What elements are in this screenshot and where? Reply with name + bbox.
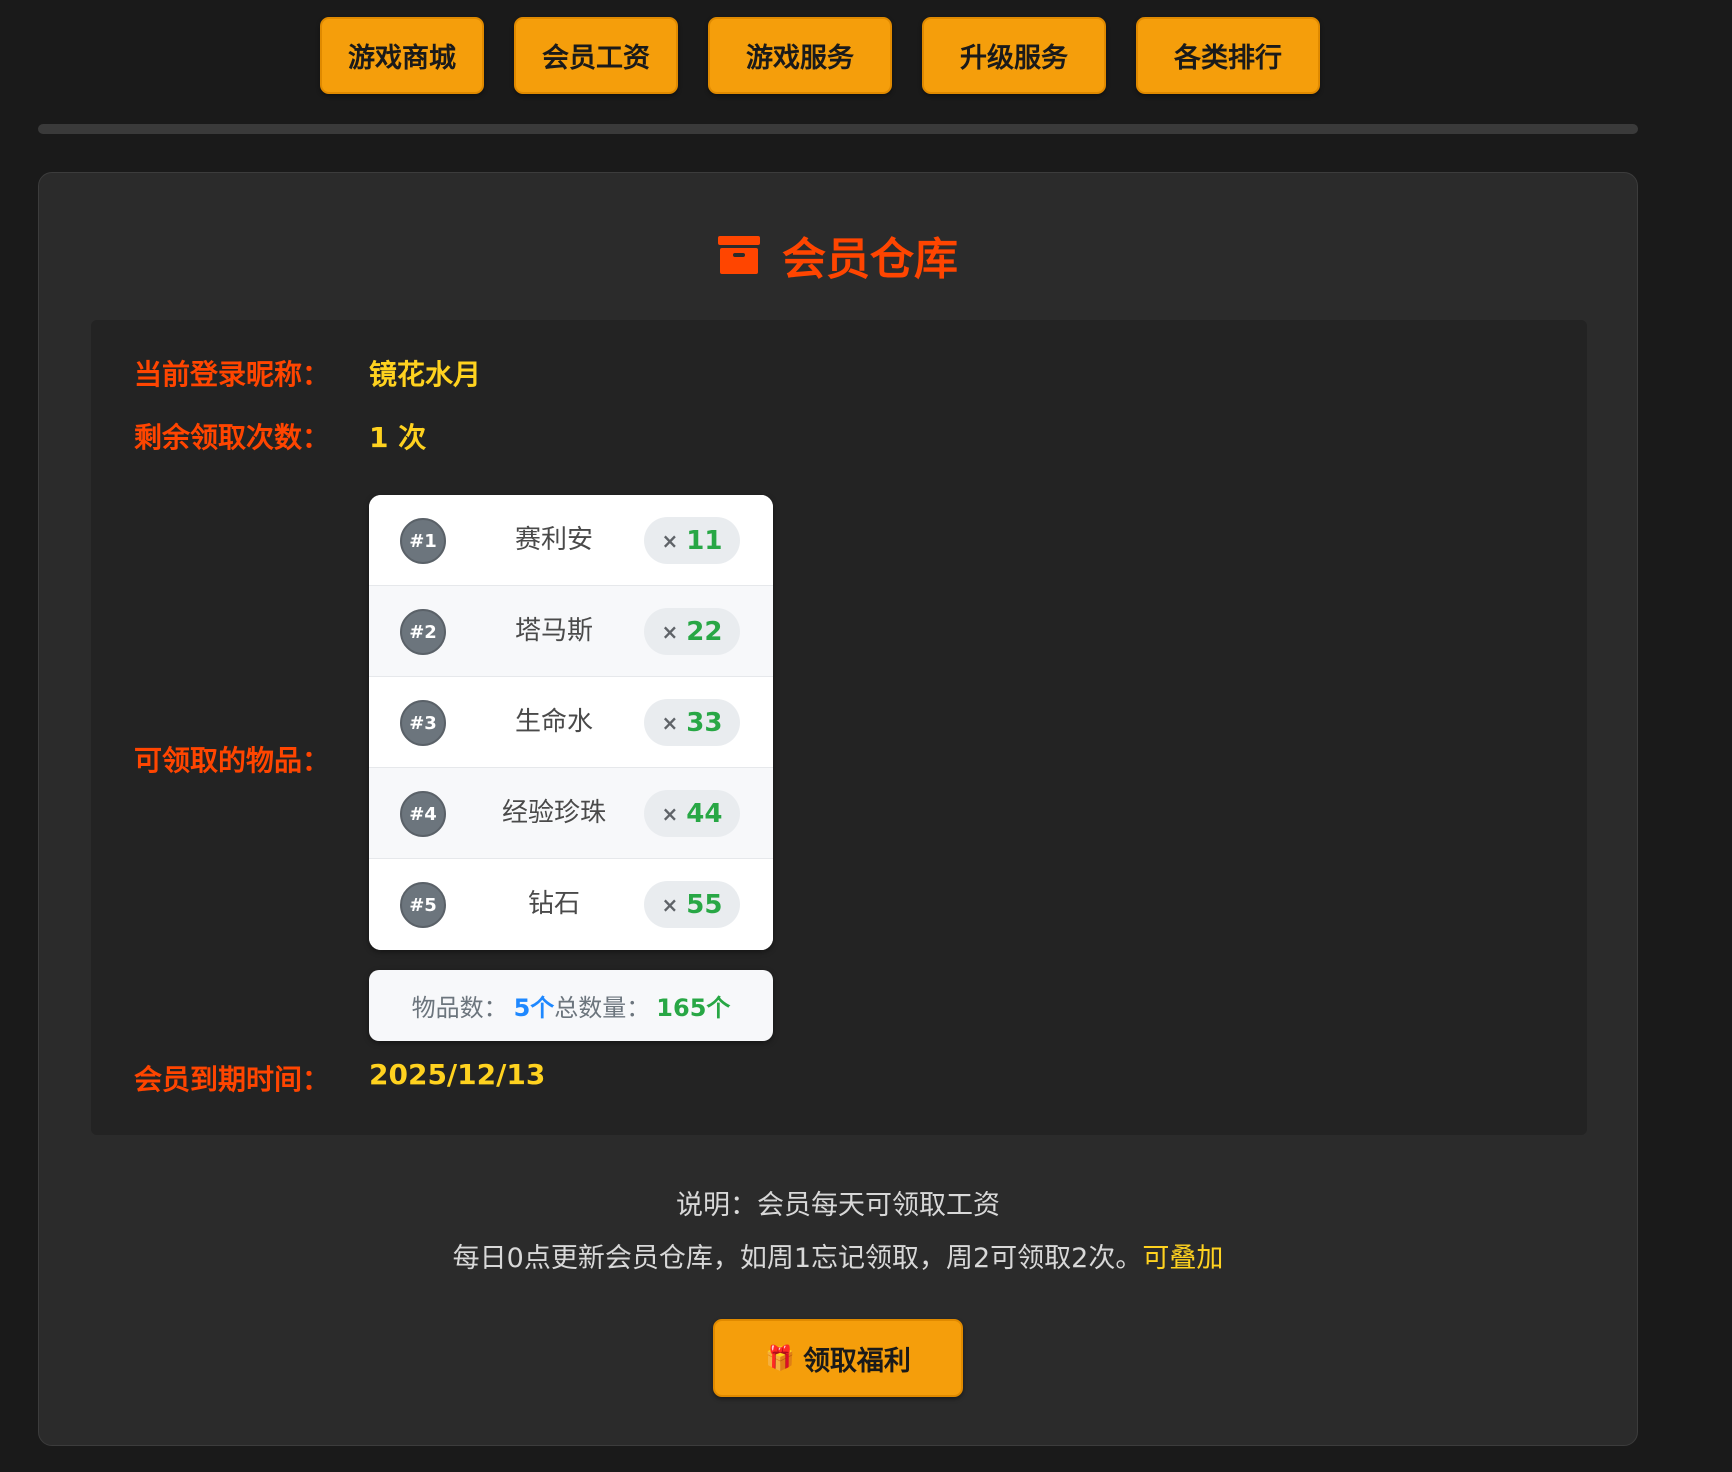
list-item: #1 赛利安 × 11 xyxy=(369,495,773,586)
rank-badge: #3 xyxy=(400,700,446,746)
note-line-2: 每日0点更新会员仓库，如周1忘记领取，周2可领取2次。可叠加 xyxy=(39,1236,1637,1275)
quantity-pill: × 11 xyxy=(644,517,740,564)
total-quantity-label: 总数量： xyxy=(554,994,651,1022)
note-line-2-text: 每日0点更新会员仓库，如周1忘记领取，周2可领取2次。 xyxy=(452,1243,1143,1274)
top-nav: 游戏商城 会员工资 游戏服务 升级服务 各类排行 xyxy=(0,17,1640,94)
nickname-label: 当前登录昵称： xyxy=(134,358,331,391)
item-name: 赛利安 xyxy=(514,525,593,555)
remaining-value: 1 次 xyxy=(369,421,427,454)
items-summary: 物品数： 5个 总数量： 165个 xyxy=(369,970,773,1041)
item-name: 塔马斯 xyxy=(514,616,593,646)
quantity-value: 55 xyxy=(686,889,723,920)
quantity-value: 11 xyxy=(686,525,723,556)
quantity-value: 33 xyxy=(686,707,723,738)
items-label: 可领取的物品： xyxy=(134,744,331,777)
item-count-label: 物品数： xyxy=(411,994,508,1022)
nav-button-game-store[interactable]: 游戏商城 xyxy=(320,17,484,94)
quantity-pill: × 33 xyxy=(644,699,740,746)
rank-badge: #4 xyxy=(400,791,446,837)
item-name: 经验珍珠 xyxy=(501,798,606,828)
times-icon: × xyxy=(661,619,679,644)
expiry-label: 会员到期时间： xyxy=(134,1063,331,1096)
box-archive-icon xyxy=(718,236,760,274)
list-item: #5 钻石 × 55 xyxy=(369,859,773,950)
item-count-value: 5个 xyxy=(513,994,555,1022)
times-icon: × xyxy=(661,710,679,735)
nav-button-rankings[interactable]: 各类排行 xyxy=(1136,17,1320,94)
list-item: #4 经验珍珠 × 44 xyxy=(369,768,773,859)
divider xyxy=(38,124,1638,134)
rank-badge: #2 xyxy=(400,609,446,655)
list-item: #3 生命水 × 33 xyxy=(369,677,773,768)
times-icon: × xyxy=(661,892,679,917)
remaining-label: 剩余领取次数： xyxy=(134,421,331,454)
total-quantity-value: 165个 xyxy=(656,994,731,1022)
rank-badge: #1 xyxy=(400,518,446,564)
info-box: 当前登录昵称： 镜花水月 剩余领取次数： 1 次 可领取的物品： #1 赛利安 … xyxy=(91,320,1587,1135)
member-warehouse-panel: 会员仓库 当前登录昵称： 镜花水月 剩余领取次数： 1 次 可领取的物品： #1… xyxy=(38,172,1638,1446)
quantity-pill: × 22 xyxy=(644,608,740,655)
note-line-1: 说明：会员每天可领取工资 xyxy=(676,1190,1000,1221)
nav-button-upgrade-services[interactable]: 升级服务 xyxy=(922,17,1106,94)
panel-title: 会员仓库 xyxy=(39,223,1637,287)
claim-benefits-label: 领取福利 xyxy=(802,1345,911,1377)
item-name: 钻石 xyxy=(527,889,580,919)
nickname-value: 镜花水月 xyxy=(369,358,482,391)
stackable-highlight: 可叠加 xyxy=(1142,1243,1224,1274)
expiry-value: 2025/12/13 xyxy=(369,1058,546,1091)
times-icon: × xyxy=(661,528,679,553)
rank-badge: #5 xyxy=(400,882,446,928)
quantity-pill: × 44 xyxy=(644,790,740,837)
quantity-value: 22 xyxy=(686,616,723,647)
nav-button-game-services[interactable]: 游戏服务 xyxy=(708,17,892,94)
claim-benefits-button[interactable]: 🎁 领取福利 xyxy=(713,1319,963,1397)
panel-title-text: 会员仓库 xyxy=(782,234,958,285)
gift-icon: 🎁 xyxy=(765,1344,795,1372)
quantity-value: 44 xyxy=(686,798,723,829)
item-name: 生命水 xyxy=(514,707,593,737)
nav-button-member-salary[interactable]: 会员工资 xyxy=(514,17,678,94)
items-list: #1 赛利安 × 11 #2 塔马斯 × 22 #3 生命水 × 33 #4 经… xyxy=(369,495,773,950)
quantity-pill: × 55 xyxy=(644,881,740,928)
times-icon: × xyxy=(661,801,679,826)
list-item: #2 塔马斯 × 22 xyxy=(369,586,773,677)
